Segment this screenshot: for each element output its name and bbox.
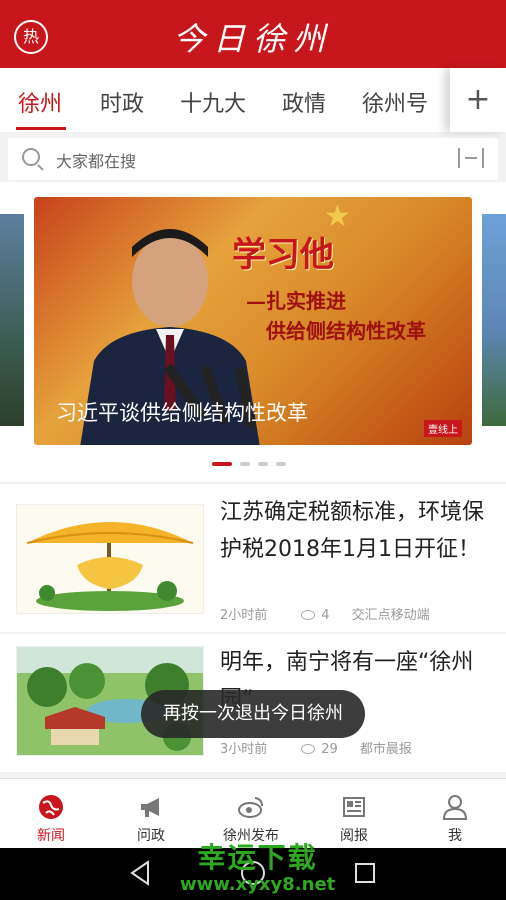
news-thumbnail — [16, 504, 204, 614]
news-title: 江苏确定税额标准，环境保护税2018年1月1日开征！ — [220, 500, 485, 562]
exit-toast: 再按一次退出今日徐州 — [141, 690, 365, 738]
news-meta: 2小时前 4 交汇点移动端 — [220, 604, 430, 623]
app-title: 今日徐州 — [172, 20, 333, 58]
add-channel-button[interactable]: + — [450, 68, 506, 132]
news-source: 都市晨报 — [359, 742, 412, 757]
slide-caption: 习近平谈供给侧结构性改革 — [56, 401, 308, 425]
banner-headline: 学习他 — [232, 235, 334, 275]
newspaper-icon — [343, 797, 365, 817]
tab-19th-congress[interactable]: 十九大 — [180, 86, 246, 118]
tab-government[interactable]: 政情 — [282, 86, 326, 118]
view-count-icon — [301, 609, 316, 620]
news-time: 3小时前 — [220, 742, 268, 757]
news-source: 交汇点移动端 — [351, 608, 430, 623]
news-time: 2小时前 — [220, 608, 268, 623]
nav-me[interactable]: 我 — [415, 779, 495, 849]
tab-xuzhou[interactable]: 徐州 — [18, 86, 62, 118]
megaphone-icon — [141, 798, 159, 817]
indicator-dot-active — [212, 462, 232, 466]
tab-politics[interactable]: 时政 — [100, 86, 144, 118]
channel-tabs: 徐州 时政 十九大 政情 徐州号 + — [0, 68, 506, 132]
search-bar[interactable]: 大家都在搜 — [8, 138, 498, 180]
watermark-line-2: www.xyxy8.net — [180, 874, 336, 895]
globe-icon — [39, 795, 63, 819]
search-placeholder: 大家都在搜 — [56, 152, 137, 171]
view-count-icon — [301, 743, 316, 754]
nav-label: 新闻 — [37, 828, 65, 844]
indicator-dot — [276, 462, 286, 466]
news-views: 29 — [321, 742, 338, 757]
carousel-slide[interactable]: ★ 学习他 —扎实推进 供给侧结构性改革 习近平谈供给侧结构性改革 壹线上 — [34, 197, 472, 445]
active-tab-indicator — [16, 127, 66, 130]
prev-slide-peek[interactable] — [0, 214, 24, 426]
nav-inquiry[interactable]: 问政 — [111, 779, 191, 849]
search-icon — [22, 148, 40, 166]
nav-news[interactable]: 新闻 — [11, 779, 91, 849]
person-icon — [442, 795, 468, 820]
news-views: 4 — [321, 608, 330, 623]
app-header: 热 今日徐州 — [0, 0, 506, 68]
next-slide-peek[interactable] — [482, 214, 506, 426]
watermark-line-1: 幸运下载 — [197, 841, 318, 874]
news-meta: 3小时前 29 都市晨报 — [220, 738, 412, 757]
indicator-dot — [258, 462, 268, 466]
indicator-dot — [240, 462, 250, 466]
scan-icon[interactable] — [458, 148, 484, 168]
carousel: ★ 学习他 —扎实推进 供给侧结构性改革 习近平谈供给侧结构性改革 壹线上 — [0, 182, 506, 482]
banner-subtitle-2: 供给侧结构性改革 — [266, 319, 426, 343]
recents-icon[interactable] — [354, 862, 376, 884]
corner-mark: 壹线上 — [424, 420, 462, 437]
site-watermark: 幸运下载 www.xyxy8.net — [180, 836, 335, 895]
nav-label: 我 — [448, 828, 462, 844]
back-icon[interactable] — [128, 860, 152, 886]
banner-subtitle-1: —扎实推进 — [246, 289, 346, 313]
news-list-item[interactable]: 江苏确定税额标准，环境保护税2018年1月1日开征！ 2小时前 4 交汇点移动端 — [0, 484, 506, 632]
nav-label: 问政 — [137, 828, 165, 844]
weibo-icon — [238, 797, 263, 818]
tab-xuzhou-accounts[interactable]: 徐州号 — [362, 86, 428, 118]
